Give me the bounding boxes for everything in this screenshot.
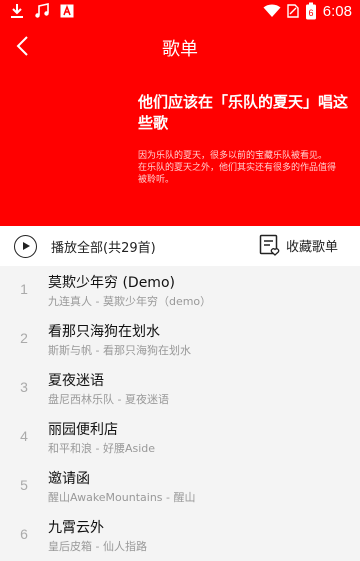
clock: 6:08 — [322, 2, 352, 20]
song-index: 6 — [20, 526, 28, 542]
song-title: 丽园便利店 — [48, 422, 118, 438]
action-bar: 播放全部(共29首) 收藏歌单 — [0, 226, 360, 266]
song-title: 夏夜迷语 — [48, 373, 104, 389]
song-subtitle: 皇后皮箱 - 仙人指路 — [48, 540, 147, 553]
download-icon — [11, 4, 23, 18]
play-icon — [14, 235, 37, 258]
playlist-header: 6 6:08 歌单 他们应该在「乐队的夏天」唱这些歌 因为乐队的夏天，很多以前的… — [0, 0, 360, 226]
collect-playlist-button[interactable]: 收藏歌单 — [259, 234, 338, 256]
song-subtitle: 盘尼西林乐队 - 夏夜迷语 — [48, 393, 169, 406]
page-title: 歌单 — [162, 39, 198, 60]
song-title: 邀请函 — [48, 471, 90, 487]
sim-icon — [287, 4, 299, 18]
status-right-icons: 6 6:08 — [263, 2, 352, 20]
song-subtitle: 九连真人 - 莫欺少年穷（demo） — [48, 295, 212, 308]
song-subtitle: 斯斯与帆 - 看那只海狗在划水 — [48, 344, 191, 357]
a-icon — [60, 4, 74, 18]
collect-icon — [259, 234, 280, 256]
play-all-button[interactable]: 播放全部(共29首) — [14, 235, 156, 258]
song-row[interactable]: 1 莫欺少年穷 (Demo) 九连真人 - 莫欺少年穷（demo） — [0, 266, 360, 314]
play-all-label: 播放全部(共29首) — [51, 241, 156, 256]
playlist-description: 因为乐队的夏天，很多以前的宝藏乐队被看见。 在乐队的夏天之外，他们其实还有很多的… — [138, 151, 337, 185]
song-row[interactable]: 3 夏夜迷语 盘尼西林乐队 - 夏夜迷语 — [0, 364, 360, 412]
song-index: 1 — [20, 281, 28, 297]
song-list: 1 莫欺少年穷 (Demo) 九连真人 - 莫欺少年穷（demo） 2 看那只海… — [0, 266, 360, 561]
song-subtitle: 醒山AwakeMountains - 醒山 — [48, 491, 196, 504]
song-index: 2 — [20, 330, 28, 346]
svg-text:6: 6 — [308, 8, 313, 18]
song-index: 4 — [20, 428, 28, 444]
status-bar: 6 6:08 — [0, 0, 360, 24]
song-row[interactable]: 2 看那只海狗在划水 斯斯与帆 - 看那只海狗在划水 — [0, 315, 360, 363]
battery-icon: 6 — [305, 2, 316, 20]
wifi-icon — [263, 4, 281, 17]
song-index: 3 — [20, 379, 28, 395]
status-left-icons — [10, 3, 74, 19]
song-subtitle: 和平和浪 - 好腰Aside — [48, 442, 156, 455]
song-index: 5 — [20, 477, 28, 493]
song-row[interactable]: 5 邀请函 醒山AwakeMountains - 醒山 — [0, 462, 360, 510]
song-row[interactable]: 4 丽园便利店 和平和浪 - 好腰Aside — [0, 413, 360, 461]
song-row[interactable]: 6 九霄云外 皇后皮箱 - 仙人指路 — [0, 511, 360, 559]
collect-label: 收藏歌单 — [285, 239, 338, 255]
song-title: 莫欺少年穷 (Demo) — [48, 275, 175, 291]
song-title: 九霄云外 — [48, 520, 104, 536]
song-title: 看那只海狗在划水 — [48, 324, 160, 340]
playlist-title: 他们应该在「乐队的夏天」唱这些歌 — [138, 93, 349, 132]
music-icon — [35, 3, 49, 18]
